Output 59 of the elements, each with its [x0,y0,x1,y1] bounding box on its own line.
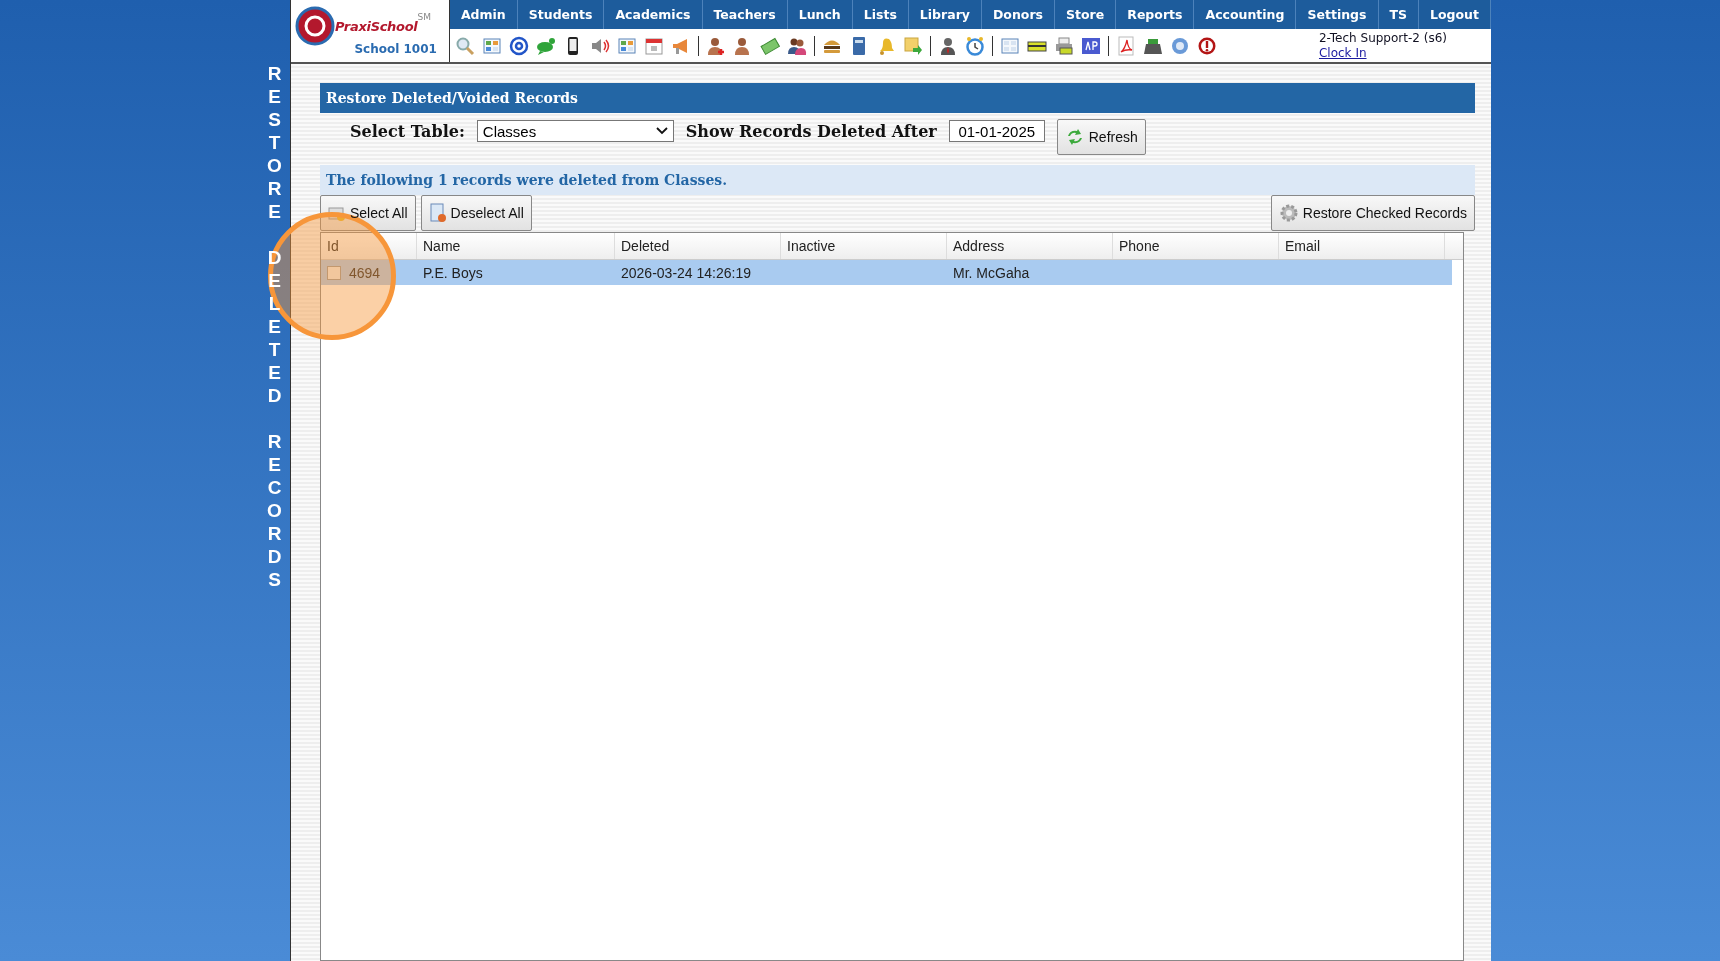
refresh-button[interactable]: Refresh [1056,119,1146,155]
column-header[interactable]: Name [417,233,615,259]
menu-item[interactable]: Teachers [702,0,788,29]
panel-title: Restore Deleted/Voided Records [320,83,1475,113]
date-label: Show Records Deleted After [685,121,937,141]
calendar-icon[interactable] [643,35,664,56]
menu-item[interactable]: Academics [604,0,703,29]
table-cell: Mr. McGaha [953,264,1030,281]
trademark: SM [417,12,431,22]
printer-icon[interactable] [1053,35,1074,56]
note-arrow-icon[interactable] [902,35,923,56]
brand-name: PraxiSchool [335,18,418,34]
table-cell: 2026-03-24 14:26:19 [621,264,751,281]
grid-icon[interactable] [481,35,502,56]
chat-bubble-icon[interactable] [535,35,556,56]
menu-item[interactable]: Accounting [1194,0,1297,29]
alarm-clock-icon[interactable] [964,35,985,56]
column-header[interactable]: Address [947,233,1113,259]
menu-item[interactable]: Reports [1116,0,1195,29]
drawer-icon [328,204,346,222]
menu-item[interactable]: Students [517,0,605,29]
menu-item[interactable]: Settings [1296,0,1379,29]
menu-item[interactable]: Lists [852,0,909,29]
pdf-icon[interactable] [1115,35,1136,56]
column-header[interactable]: Deleted [615,233,781,259]
menu-item[interactable]: Logout [1419,0,1491,29]
column-header[interactable]: Phone [1113,233,1279,259]
document-icon [428,203,447,223]
table-row[interactable]: 4694 P.E. Boys 2026-03-24 14:26:19 Mr. McGaha [321,260,1452,285]
menu-item[interactable]: Library [908,0,982,29]
gear-icon [1278,203,1299,223]
column-header[interactable]: Email [1279,233,1445,259]
person-add-icon[interactable] [705,35,726,56]
table-icon[interactable] [616,35,637,56]
row-checkbox[interactable] [327,265,341,280]
result-message: The following 1 records were deleted from Classes. [320,165,1475,195]
menu-item[interactable]: Store [1055,0,1117,29]
menu-item[interactable]: Admin [449,0,518,29]
warning-icon[interactable] [1196,35,1217,56]
deselect-all-button[interactable]: Deselect All [420,195,532,231]
column-header[interactable]: Id [321,233,417,259]
menu-item[interactable]: Lunch [787,0,853,29]
menu-item[interactable]: TS [1378,0,1420,29]
menu-item[interactable]: Donors [982,0,1056,29]
school-name: School 1001 [354,42,438,56]
table-cell: 4694 [349,264,381,281]
select-label: Select Table: [350,121,465,141]
restore-button[interactable]: Restore Checked Records [1270,195,1475,231]
caret-icon [655,127,668,135]
column-header[interactable]: Inactive [781,233,947,259]
logo-icon [295,6,335,46]
date-field[interactable]: 01-01-2025 [948,120,1045,142]
ledger-icon[interactable] [1080,35,1101,56]
select-all-button[interactable]: Select All [320,195,416,231]
search-icon[interactable] [454,35,475,56]
table-cell: P.E. Boys [423,264,483,281]
user-name: 2-Tech Support-2 (s6) [1318,30,1447,46]
table-select[interactable]: Classes [476,120,674,142]
clock-in-link[interactable]: Clock In [1318,45,1447,61]
